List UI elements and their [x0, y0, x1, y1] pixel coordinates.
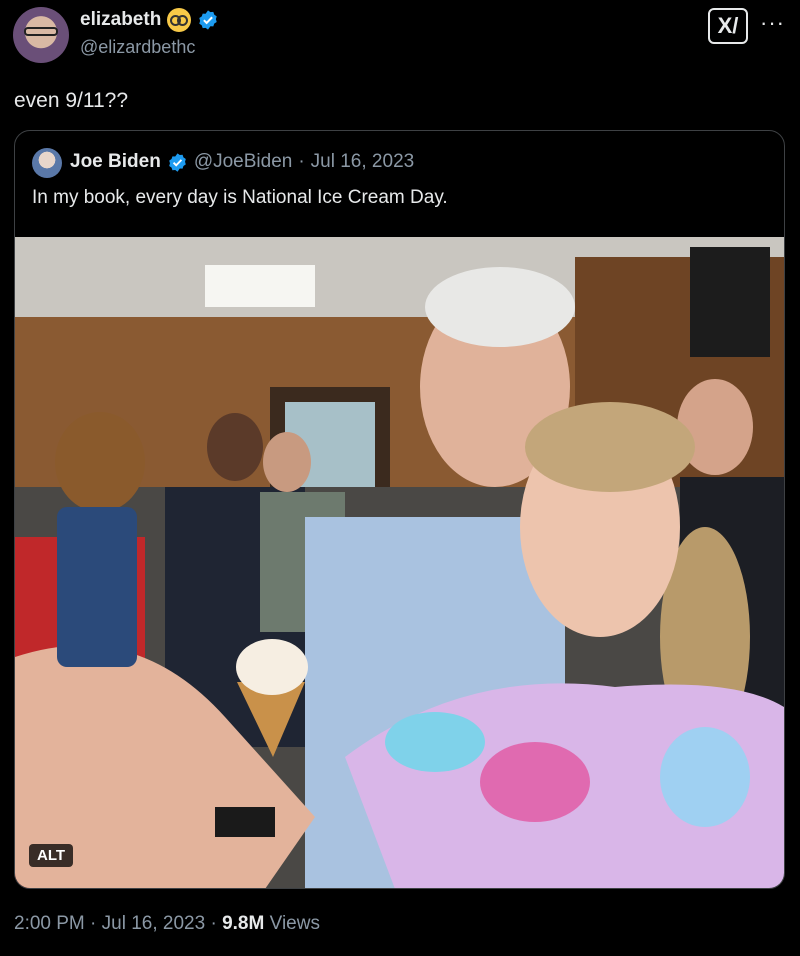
author-avatar[interactable] [13, 7, 69, 63]
quoted-author-handle[interactable]: @JoeBiden [194, 151, 293, 173]
author-name[interactable]: elizabeth [80, 9, 161, 31]
author-name-row: elizabeth [80, 8, 219, 32]
more-options-button[interactable]: ··· [760, 10, 785, 36]
grok-button[interactable]: X/ [708, 8, 748, 44]
alt-text-button[interactable]: ALT [29, 844, 74, 867]
quoted-text: In my book, every day is National Ice Cr… [32, 187, 448, 208]
views-count: 9.8M [222, 913, 265, 934]
nerd-face-emoji-icon [167, 8, 192, 32]
tweet-text: even 9/11?? [14, 89, 129, 112]
footer-separator: · [210, 913, 217, 934]
grok-icon: X/ [717, 13, 739, 38]
quoted-date[interactable]: Jul 16, 2023 [311, 151, 415, 173]
quoted-author-avatar[interactable] [32, 148, 62, 178]
quoted-tweet[interactable]: Joe Biden @JoeBiden · Jul 16, 2023 In my… [14, 130, 785, 889]
meta-separator: · [298, 151, 305, 172]
quoted-author-name[interactable]: Joe Biden [70, 151, 161, 173]
views-label: Views [269, 913, 320, 934]
quoted-header: Joe Biden @JoeBiden · Jul 16, 2023 [70, 151, 414, 173]
author-handle[interactable]: @elizardbethc [80, 37, 195, 58]
tweet-footer: 2:00 PM · Jul 16, 2023 · 9.8M Views [14, 913, 320, 935]
verified-badge-icon [169, 152, 186, 172]
verified-badge-icon [199, 10, 218, 30]
quoted-photo[interactable] [15, 237, 784, 889]
footer-separator: · [90, 913, 97, 934]
more-icon: ··· [760, 10, 785, 35]
footer-time[interactable]: 2:00 PM [14, 913, 85, 934]
glasses-icon [24, 27, 58, 36]
footer-date[interactable]: Jul 16, 2023 [102, 913, 206, 934]
